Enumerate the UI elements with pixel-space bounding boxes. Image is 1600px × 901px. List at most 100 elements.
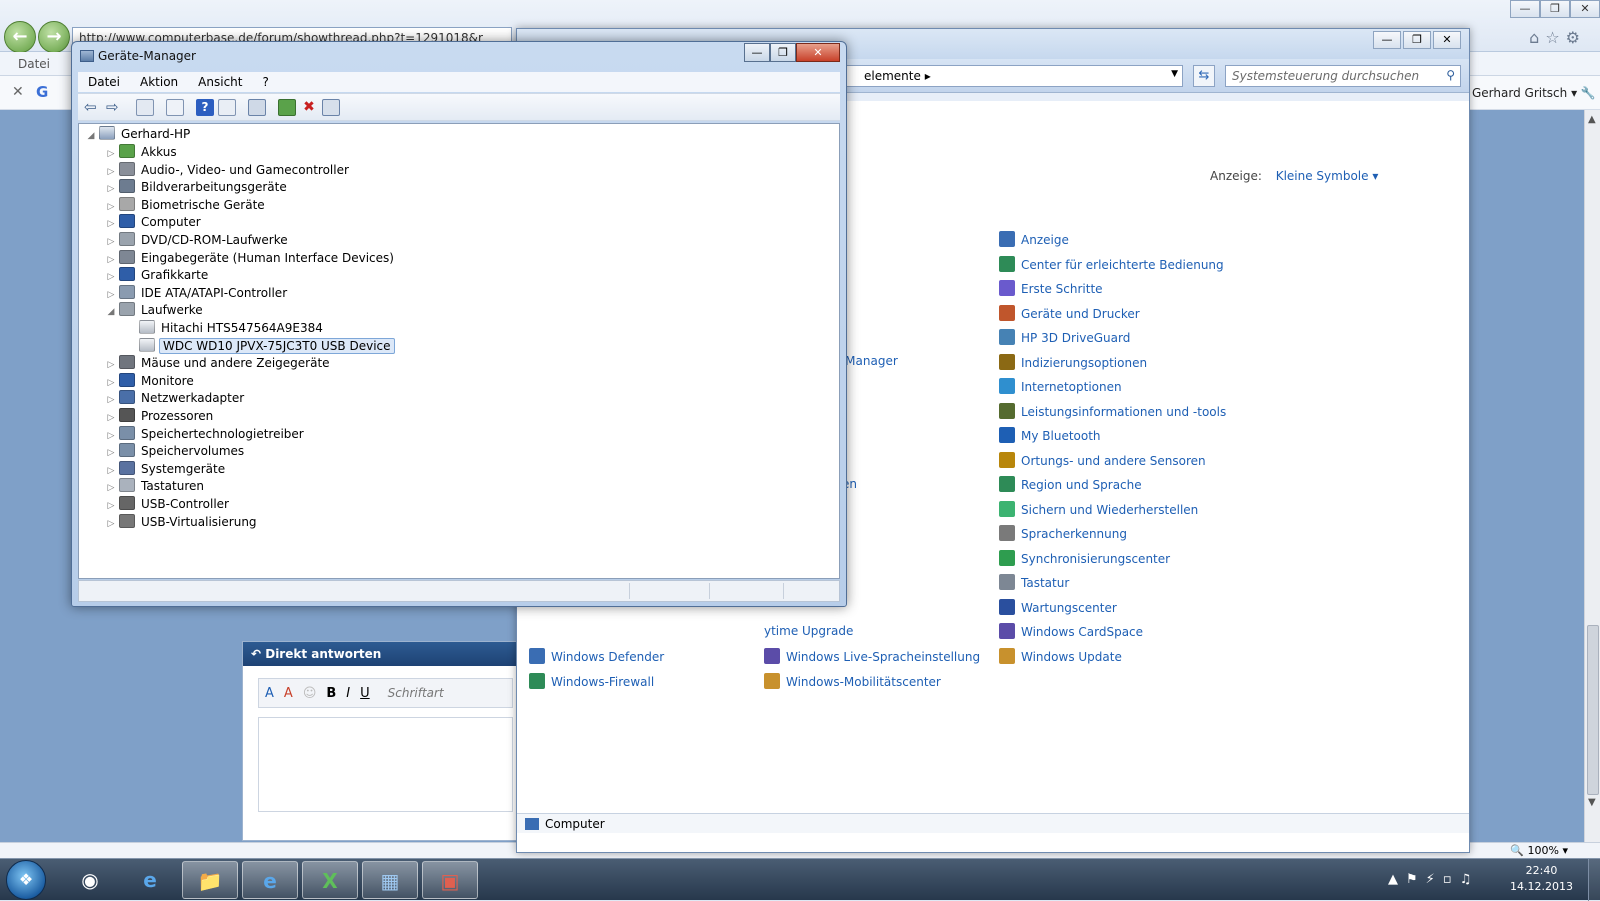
- browser-menu-file[interactable]: Datei: [18, 57, 50, 71]
- tree-category-5[interactable]: ▷ DVD/CD-ROM-Laufwerke: [105, 231, 290, 249]
- minimize-button[interactable]: —: [1510, 0, 1540, 18]
- close-button[interactable]: ✕: [1433, 31, 1461, 49]
- action-center-flag-icon[interactable]: ⚑: [1406, 872, 1426, 887]
- menu-ansicht[interactable]: Ansicht: [188, 72, 252, 92]
- zoom-level[interactable]: 🔍 100% ▾: [1510, 844, 1568, 857]
- control-panel-item[interactable]: Spracherkennung: [999, 525, 1127, 541]
- reply-header[interactable]: ↶ Direkt antworten: [243, 642, 521, 666]
- control-panel-item[interactable]: Sichern und Wiederherstellen: [999, 500, 1198, 517]
- maximize-button[interactable]: ❐: [770, 43, 796, 62]
- tree-category-17[interactable]: ▷ Tastaturen: [105, 477, 206, 495]
- start-button[interactable]: ❖: [6, 860, 46, 900]
- search-input[interactable]: Systemsteuerung durchsuchen ⚲: [1225, 65, 1461, 87]
- underline-button[interactable]: U: [360, 686, 370, 701]
- maximize-button[interactable]: ❐: [1403, 31, 1431, 49]
- control-panel-item[interactable]: Center für erleichterte Bedienung: [999, 255, 1224, 272]
- expand-icon[interactable]: ▷: [105, 515, 117, 533]
- menu-datei[interactable]: Datei: [78, 72, 130, 92]
- close-icon[interactable]: ✕: [12, 84, 24, 100]
- tree-category-9[interactable]: ◢ Laufwerke: [105, 301, 205, 319]
- menu-aktion[interactable]: Aktion: [130, 72, 188, 92]
- tree-category-6[interactable]: ▷ Eingabegeräte (Human Interface Devices): [105, 249, 396, 267]
- tree-category-8[interactable]: ▷ IDE ATA/ATAPI-Controller: [105, 284, 289, 302]
- font-select[interactable]: Schriftart: [388, 686, 444, 700]
- control-panel-item[interactable]: Windows Live-Spracheinstellung: [764, 648, 980, 664]
- chevron-down-icon[interactable]: ▼: [1171, 69, 1178, 79]
- explorer-icon[interactable]: 📁: [182, 861, 238, 899]
- view-icon[interactable]: [218, 99, 236, 116]
- back-arrow-icon[interactable]: ⇦: [84, 99, 102, 116]
- collapse-icon[interactable]: ◢: [105, 303, 117, 321]
- scan-hardware-icon[interactable]: [248, 99, 266, 116]
- tray-expand-icon[interactable]: ▲: [1388, 872, 1406, 887]
- excel-icon[interactable]: X: [302, 861, 358, 899]
- settings-gear-icon[interactable]: ⚙: [1566, 28, 1586, 47]
- internet-explorer-window-icon[interactable]: e: [242, 861, 298, 899]
- forward-arrow-icon[interactable]: ⇨: [106, 99, 124, 116]
- control-panel-item[interactable]: Anzeige: [999, 231, 1069, 247]
- control-panel-icon[interactable]: ▦: [362, 861, 418, 899]
- tree-category-12[interactable]: ▷ Netzwerkadapter: [105, 389, 246, 407]
- control-panel-item[interactable]: HP 3D DriveGuard: [999, 329, 1130, 345]
- enable-device-icon[interactable]: [322, 99, 340, 116]
- tree-category-13[interactable]: ▷ Prozessoren: [105, 407, 215, 425]
- refresh-button[interactable]: ⇆: [1193, 65, 1215, 87]
- wrench-icon[interactable]: 🔧: [1581, 86, 1596, 100]
- back-button[interactable]: ←: [4, 21, 36, 53]
- close-button[interactable]: ✕: [1570, 0, 1600, 18]
- font-color-icon[interactable]: A: [265, 686, 274, 701]
- control-panel-item[interactable]: Windows-Firewall: [529, 672, 654, 689]
- control-panel-item[interactable]: Windows Defender: [529, 648, 664, 664]
- smiley-icon[interactable]: ☺: [303, 686, 317, 701]
- chrome-icon[interactable]: ◉: [62, 861, 118, 899]
- control-panel-item[interactable]: Geräte und Drucker: [999, 304, 1140, 321]
- control-panel-item[interactable]: Leistungsinformationen und -tools: [999, 402, 1226, 419]
- tree-category-15[interactable]: ▷ Speichervolumes: [105, 442, 246, 460]
- tree-category-14[interactable]: ▷ Speichertechnologietreiber: [105, 425, 306, 443]
- control-panel-item[interactable]: ytime Upgrade: [764, 624, 853, 638]
- collapse-icon[interactable]: ◢: [85, 127, 97, 145]
- control-panel-item[interactable]: My Bluetooth: [999, 427, 1101, 443]
- tree-category-10[interactable]: ▷ Mäuse und andere Zeigegeräte: [105, 354, 332, 372]
- control-panel-item[interactable]: Tastatur: [999, 574, 1069, 590]
- device-manager-taskbar-icon[interactable]: ▣: [422, 861, 478, 899]
- forward-button[interactable]: →: [38, 21, 70, 53]
- page-scrollbar[interactable]: ▲ ▼: [1584, 110, 1600, 842]
- search-icon[interactable]: ⚲: [1446, 68, 1455, 82]
- scroll-up-icon[interactable]: ▲: [1588, 114, 1596, 125]
- tree-category-0[interactable]: ▷ Akkus: [105, 143, 179, 161]
- internet-explorer-icon[interactable]: e: [122, 861, 178, 899]
- control-panel-item[interactable]: Windows-Mobilitätscenter: [764, 672, 941, 689]
- tree-category-16[interactable]: ▷ Systemgeräte: [105, 460, 227, 478]
- maximize-button[interactable]: ❐: [1540, 0, 1570, 18]
- tree-category-4[interactable]: ▷ Computer: [105, 213, 203, 231]
- network-icon[interactable]: ▫: [1443, 872, 1460, 887]
- home-icon[interactable]: ⌂: [1529, 28, 1545, 47]
- tree-category-7[interactable]: ▷ Grafikkarte: [105, 266, 210, 284]
- control-panel-item[interactable]: Indizierungsoptionen: [999, 353, 1147, 370]
- control-panel-item[interactable]: Synchronisierungscenter: [999, 549, 1170, 566]
- control-panel-item[interactable]: Ortungs- und andere Sensoren: [999, 451, 1206, 468]
- uninstall-icon[interactable]: ✖: [300, 99, 318, 116]
- device-tree[interactable]: ◢ Gerhard-HP ▷ Akkus ▷ Audio-, Video- und Ga…: [78, 123, 840, 579]
- power-icon[interactable]: ⚡: [1426, 872, 1443, 887]
- view-dropdown[interactable]: Kleine Symbole ▾: [1276, 169, 1379, 183]
- tree-category-3[interactable]: ▷ Biometrische Geräte: [105, 196, 267, 214]
- update-driver-icon[interactable]: [278, 99, 296, 116]
- tree-category-2[interactable]: ▷ Bildverarbeitungsgeräte: [105, 178, 289, 196]
- tree-category-19[interactable]: ▷ USB-Virtualisierung: [105, 513, 259, 531]
- reply-textarea[interactable]: [258, 717, 513, 812]
- italic-button[interactable]: I: [346, 686, 350, 701]
- scroll-down-icon[interactable]: ▼: [1588, 797, 1596, 808]
- favorites-star-icon[interactable]: ☆: [1545, 28, 1565, 47]
- tree-category-1[interactable]: ▷ Audio-, Video- und Gamecontroller: [105, 161, 351, 179]
- control-panel-item[interactable]: Wartungscenter: [999, 598, 1117, 615]
- control-panel-item[interactable]: Windows Update: [999, 647, 1122, 664]
- console-tree-icon[interactable]: [136, 99, 154, 116]
- scroll-thumb[interactable]: [1587, 625, 1599, 795]
- tree-drive-1[interactable]: WDC WD10 JPVX-75JC3T0 USB Device: [125, 337, 395, 355]
- control-panel-item[interactable]: Internetoptionen: [999, 378, 1122, 394]
- volume-icon[interactable]: ♫: [1460, 872, 1480, 887]
- menu-help[interactable]: ?: [252, 72, 278, 92]
- bold-button[interactable]: B: [326, 686, 336, 701]
